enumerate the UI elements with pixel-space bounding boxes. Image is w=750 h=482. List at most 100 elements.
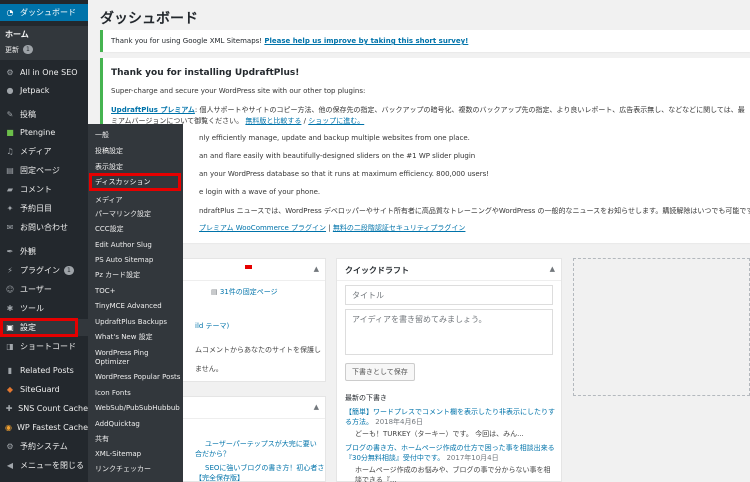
updraft-intro: Super-charge and secure your WordPress s… [111, 87, 366, 95]
compare-link[interactable]: 無料版と比較する [245, 117, 301, 125]
toggle-arrow-icon[interactable]: ▲ [550, 265, 555, 273]
sitemap-notice-text: Thank you for using Google XML Sitemaps! [111, 37, 263, 45]
sidebar-collapse[interactable]: ◀ メニューを閉じる [0, 457, 88, 474]
sidebar-item-posts[interactable]: ✎ 投稿 [0, 106, 88, 123]
pin-icon: ✎ [6, 110, 14, 119]
flyout-item-reading[interactable]: 表示設定 [95, 163, 123, 172]
woocommerce-plugin-link[interactable]: プレミアム WooCommerce プラグイン [199, 224, 326, 232]
sidebar-item-pages[interactable]: ▤ 固定ページ [0, 162, 88, 179]
flyout-item-edit-author-slug[interactable]: Edit Author Slug [95, 241, 152, 250]
draft-item-2-excerpt: ホームページ作成のお悩みや、ブログの事で分からない事を相談できる『... [355, 466, 551, 482]
dashboard-icon: ◔ [6, 8, 14, 17]
glance-pages[interactable]: ▤ 31件の固定ページ [211, 287, 278, 297]
flyout-item-updraftplus-backups[interactable]: UpdraftPlus Backups [95, 318, 167, 327]
flyout-item-optimizer[interactable]: Optimizer [95, 358, 129, 367]
flyout-item-addquicktag[interactable]: AddQuicktag [95, 420, 140, 429]
sidebar-sub-updates[interactable]: 更新 1 [0, 41, 88, 58]
ptengine-icon: ■ [6, 128, 14, 137]
flyout-item-websub[interactable]: WebSub/PubSubHubbub [95, 404, 180, 413]
two-factor-link[interactable]: 無料の二段階認証セキュリティプラグイン [333, 224, 466, 232]
sidebar-item-siteguard[interactable]: ◆ SiteGuard [0, 381, 88, 398]
flyout-item-pz-card[interactable]: Pz カード設定 [95, 271, 140, 280]
save-draft-button[interactable]: 下書きとして保存 [345, 363, 415, 381]
sidebar-item-contact[interactable]: ✉ お問い合わせ [0, 219, 88, 236]
activity-post-1[interactable]: ユーザーパーテップスが大完に要い [205, 439, 317, 449]
draft-item-1-excerpt: どーも！TURKEY（ターキー）です。 今回は、みん... [355, 430, 524, 438]
plugin-icon: ⚡ [7, 266, 13, 275]
quick-draft-box: クイックドラフト ▲ タイトル アイディアを書き留めてみましょう。 下書きとして… [336, 258, 562, 482]
updates-badge: 1 [23, 45, 33, 54]
survey-link[interactable]: Please help us improve by taking this sh… [264, 37, 468, 45]
flyout-item-discussion[interactable]: ディスカッション [95, 178, 151, 187]
sidebar-item-media[interactable]: ♫ メディア [0, 143, 88, 160]
flyout-item-link-checker[interactable]: リンクチェッカー [95, 465, 151, 474]
flyout-item-tinymce-advanced[interactable]: TinyMCE Advanced [95, 302, 162, 311]
admin-sidebar: ◔ ダッシュボード ホーム 更新 1 ⚙ All in One SEO ● Je… [0, 0, 88, 482]
flyout-item-share[interactable]: 共有 [95, 435, 109, 444]
flyout-item-permalinks[interactable]: パーマリンク設定 [95, 210, 151, 219]
sidebar-item-comments[interactable]: ▰ コメント [0, 181, 88, 198]
recent-drafts-title: 最新の下書き [345, 394, 387, 402]
draft-content-textarea[interactable]: アイディアを書き留めてみましょう。 [345, 309, 553, 355]
flyout-item-ps-auto-sitemap[interactable]: PS Auto Sitemap [95, 256, 153, 265]
quick-draft-header: クイックドラフト ▲ [337, 259, 561, 281]
comment-icon: ▰ [6, 185, 14, 194]
activity-post-2[interactable]: SEOに強いブログの書き方！初心者さ [205, 463, 324, 473]
pages-icon: ▤ [6, 166, 14, 175]
flag-marker [245, 265, 252, 269]
quick-draft-title: クイックドラフト [345, 266, 409, 275]
sidebar-item-reservation[interactable]: ⚙ 予約システム [0, 438, 88, 455]
premium-link[interactable]: UpdraftPlus プレミアム [111, 106, 195, 114]
sidebar-item-related-posts[interactable]: ▮ Related Posts [0, 362, 88, 379]
updraft-notice: Thank you for installing UpdraftPlus! Su… [100, 58, 750, 243]
pushpin-icon: ✦ [6, 204, 14, 213]
flyout-item-general[interactable]: 一般 [95, 131, 109, 140]
updraft-premium-line: UpdraftPlus プレミアム: 個人サポートやサイトのコピー方法、他の保存… [111, 106, 745, 114]
sidebar-item-schedule[interactable]: ✦ 予約日目 [0, 200, 88, 217]
flyout-item-wordpress-ping[interactable]: WordPress Ping [95, 349, 149, 358]
glance-theme[interactable]: ild テーマ) [195, 321, 229, 331]
collapse-icon: ◀ [6, 461, 14, 470]
sidebar-item-wp-fastest[interactable]: ◉ WP Fastest Cache [0, 419, 88, 436]
flyout-item-writing[interactable]: 投稿設定 [95, 147, 123, 156]
aioseo-icon: ⚙ [6, 68, 14, 77]
jetpack-icon: ● [6, 86, 14, 95]
updraft-line4: an and flare easily with beautifully-des… [199, 152, 476, 160]
settings-flyout-menu: 一般投稿設定表示設定ディスカッション メディアパーマリンク設定 CCC設定 Edit … [88, 124, 183, 482]
flyout-item-ccc[interactable]: CCC設定 [95, 225, 124, 234]
pages-icon-small: ▤ [211, 288, 218, 296]
wrench-icon: ✱ [6, 304, 14, 313]
shop-link[interactable]: ショップに進む。 [308, 117, 364, 125]
draft-item-1[interactable]: 【簡単】ワードプレスでコメント欄を表示したり非表示にしたりする方法。 2018年… [345, 407, 555, 427]
activity-post-2b[interactable]: 【完全保存版】 [195, 473, 244, 482]
plugins-badge: 1 [64, 266, 74, 275]
flyout-item-xml-sitemap[interactable]: XML-Sitemap [95, 450, 141, 459]
shortcode-icon: ◨ [6, 342, 14, 351]
draft-title-input[interactable]: タイトル [345, 285, 553, 305]
toggle-arrow-icon[interactable]: ▲ [314, 265, 319, 273]
draft-item-2[interactable]: ブログの書き方、ホームページ作成の仕方で困った事を相談出来る『30分無料相談』受… [345, 443, 555, 463]
sidebar-item-users[interactable]: ☺ ユーザー [0, 281, 88, 298]
updraft-line6: e login with a wave of your phone. [199, 188, 321, 196]
widget-drop-zone[interactable] [573, 258, 750, 396]
updraft-line8: プレミアム WooCommerce プラグイン | 無料の二段階認証セキュリティ… [199, 224, 466, 232]
sidebar-item-tools[interactable]: ✱ ツール [0, 300, 88, 317]
flyout-item-media[interactable]: メディア [95, 196, 123, 205]
sidebar-item-appearance[interactable]: ✒ 外観 [0, 243, 88, 260]
sidebar-item-aioseo[interactable]: ⚙ All in One SEO [0, 64, 88, 81]
related-posts-icon: ▮ [7, 366, 13, 375]
toggle-arrow-icon[interactable]: ▲ [314, 403, 319, 411]
sidebar-item-sns-count[interactable]: ✚ SNS Count Cache [0, 400, 88, 417]
sidebar-item-settings[interactable]: ▣ 設定 [0, 319, 88, 336]
flyout-item-icon-fonts[interactable]: Icon Fonts [95, 389, 131, 398]
sidebar-item-ptengine[interactable]: ■ Ptengine [0, 124, 88, 141]
sidebar-item-jetpack[interactable]: ● Jetpack [0, 82, 88, 99]
sidebar-item-plugins[interactable]: ⚡ プラグイン 1 [0, 262, 88, 279]
activity-post-1b[interactable]: 合だから？ [195, 449, 230, 459]
sidebar-item-dashboard[interactable]: ◔ ダッシュボード [0, 4, 88, 21]
flyout-item-whats-new[interactable]: What's New 設定 [95, 333, 153, 342]
flyout-item-wordpress-popular-posts[interactable]: WordPress Popular Posts [95, 373, 180, 382]
flyout-item-toc-plus[interactable]: TOC+ [95, 287, 116, 296]
sidebar-item-shortcode[interactable]: ◨ ショートコード [0, 338, 88, 355]
updraft-line5: an your WordPress database so that it ru… [199, 170, 490, 178]
